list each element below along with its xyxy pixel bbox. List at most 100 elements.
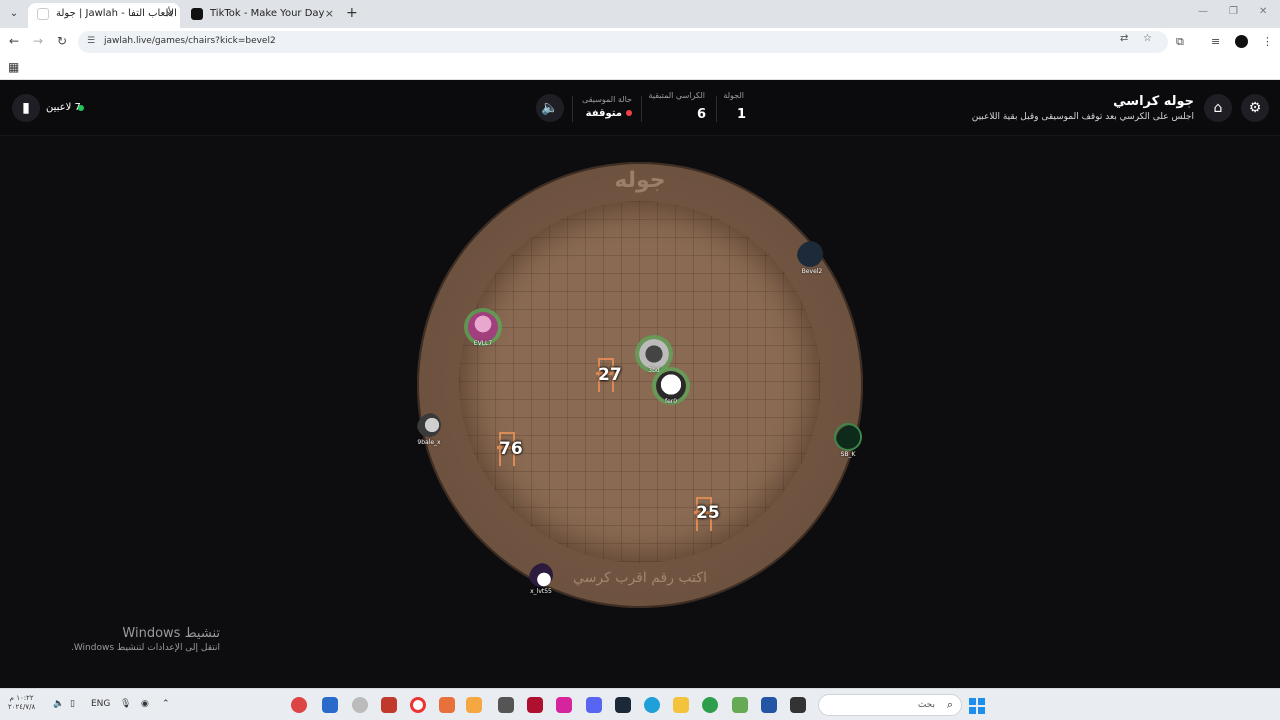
bookmark-star-icon[interactable]: ☆ [1143,33,1152,44]
player-avatar[interactable] [656,371,686,401]
file-explorer-icon[interactable] [673,697,689,713]
chair-number: 76 [499,439,523,459]
app-icon[interactable] [790,697,806,713]
player-name: Bevel2 [801,268,823,275]
language-indicator[interactable]: ENG [91,699,110,709]
game-header [0,80,1280,136]
windows-activation-title: تنشيط Windows [122,626,220,641]
app-icon[interactable] [732,697,748,713]
tab-search-icon[interactable]: ⌄ [6,6,22,22]
browser-tab-bar: ⌄ جولة | Jawlah - منصة الألعاب التفا × T… [0,0,1280,28]
media-controls-icon[interactable]: ≡ [1211,35,1220,48]
game-subtitle: اجلس على الكرسي بعد توقف الموسيقى وقبل ب… [971,112,1194,122]
stat-divider [716,96,717,122]
player-avatar[interactable] [529,563,553,587]
jawlah-favicon-icon [37,8,49,20]
windows-taskbar: ١٠:٢٢ م ٢٠٢٤/٧/٨ 🔈 ▯ ENG 🎙 ◉ ⌃ بحث ⌕ [0,688,1280,720]
forward-icon[interactable]: → [33,34,43,48]
player-name: SB_K [840,451,856,458]
tray-app-icon[interactable]: ◉ [141,699,149,709]
chat-bubble-icon[interactable]: ▮ [12,94,40,122]
clock-time: ١٠:٢٢ م [9,694,34,702]
opera-icon[interactable] [410,697,426,713]
music-status-label: حالة الموسيقى [582,95,632,104]
back-icon[interactable]: ← [9,34,19,48]
taskbar-search[interactable]: بحث ⌕ [818,694,962,716]
round-label: الجولة [723,91,744,100]
clock-date: ٢٠٢٤/٧/٨ [8,703,36,711]
player-avatar[interactable] [797,241,823,267]
player-avatar[interactable] [468,312,498,342]
search-placeholder: بحث [917,700,935,710]
music-status: متوقفة [586,108,632,119]
extensions-icon[interactable]: ⧉ [1176,35,1184,49]
chairs-remaining-label: الكراسي المتبقية [648,91,706,100]
minimize-icon[interactable]: — [1198,6,1208,17]
translate-icon[interactable]: ⇄ [1120,33,1128,44]
stat-divider [641,96,642,122]
instagram-icon[interactable] [556,697,572,713]
profile-avatar[interactable] [1235,35,1248,48]
music-status-value: متوقفة [585,108,622,119]
chairs-remaining-value: 6 [697,107,707,122]
new-tab-button[interactable]: + [346,5,358,21]
maximize-icon[interactable]: ❐ [1229,6,1238,17]
system-clock[interactable]: ١٠:٢٢ م ٢٠٢٤/٧/٨ [8,694,35,712]
app-icon[interactable] [439,697,455,713]
app-icon[interactable] [466,697,482,713]
app-icon[interactable] [381,697,397,713]
game-title: جوله كراسي [1113,94,1194,109]
home-icon[interactable]: ⌂ [1204,94,1232,122]
search-icon: ⌕ [946,698,953,711]
apps-grid-icon[interactable]: ▦ [8,60,19,74]
app-icon[interactable] [761,697,777,713]
app-icon[interactable] [322,697,338,713]
player-avatar[interactable] [639,339,669,369]
chrome-icon[interactable] [702,697,718,713]
browser-toolbar: ← → ↻ ☰ jawlah.live/games/chairs?kick=be… [0,28,1280,56]
chair-number: 27 [598,365,622,385]
game-board-floor [459,201,821,563]
tab-close-icon[interactable]: × [165,3,174,25]
player-name: x_lvt55 [530,588,552,595]
tab-tiktok[interactable]: TikTok - Make Your Day × [182,3,340,28]
board-brand-text: جوله [614,168,666,193]
site-info-icon[interactable]: ☰ [87,36,95,46]
tab-title: TikTok - Make Your Day [210,8,325,19]
network-icon[interactable]: ▯ [70,699,75,709]
settings-gear-icon[interactable]: ⚙ [1241,94,1269,122]
acrobat-icon[interactable] [527,697,543,713]
volume-icon[interactable]: 🔈 [53,699,64,709]
tray-overflow-chevron-icon[interactable]: ⌃ [162,699,170,709]
online-status-dot [78,105,84,111]
app-icon[interactable] [291,697,307,713]
round-value: 1 [737,107,747,122]
discord-icon[interactable] [586,697,602,713]
steam-icon[interactable] [615,697,631,713]
reload-icon[interactable]: ↻ [57,34,67,48]
url-text[interactable]: jawlah.live/games/chairs?kick=bevel2 [104,36,276,46]
window-close-icon[interactable]: ✕ [1259,6,1267,17]
player-avatar[interactable] [417,413,441,437]
edge-icon[interactable] [644,697,660,713]
start-windows-icon[interactable] [969,698,985,714]
board-hint-text: اكتب رقم اقرب كرسي [573,570,707,586]
tab-close-icon[interactable]: × [325,3,334,25]
player-name: fer0 [664,398,678,405]
app-icon[interactable] [352,697,368,713]
speaker-icon[interactable]: 🔈 [536,94,564,122]
music-stopped-dot [626,110,632,116]
tab-title: جولة | Jawlah - منصة الألعاب التفا [56,8,180,19]
browser-menu-icon[interactable]: ⋮ [1262,35,1273,48]
windows-activation-subtitle: انتقل إلى الإعدادات لتنشيط Windows. [70,643,220,653]
tiktok-favicon-icon [191,8,203,20]
address-bar[interactable]: ☰ jawlah.live/games/chairs?kick=bevel2 [78,31,1168,53]
stat-divider [572,96,573,122]
player-name: 9bale_x [417,439,441,446]
player-name: EVLL7 [473,340,493,347]
microphone-icon[interactable]: 🎙 [120,699,131,709]
app-icon[interactable] [498,697,514,713]
player-avatar[interactable] [836,425,860,449]
players-count: 7 لاعبين [46,102,81,113]
tab-jawlah[interactable]: جولة | Jawlah - منصة الألعاب التفا × [28,3,180,28]
